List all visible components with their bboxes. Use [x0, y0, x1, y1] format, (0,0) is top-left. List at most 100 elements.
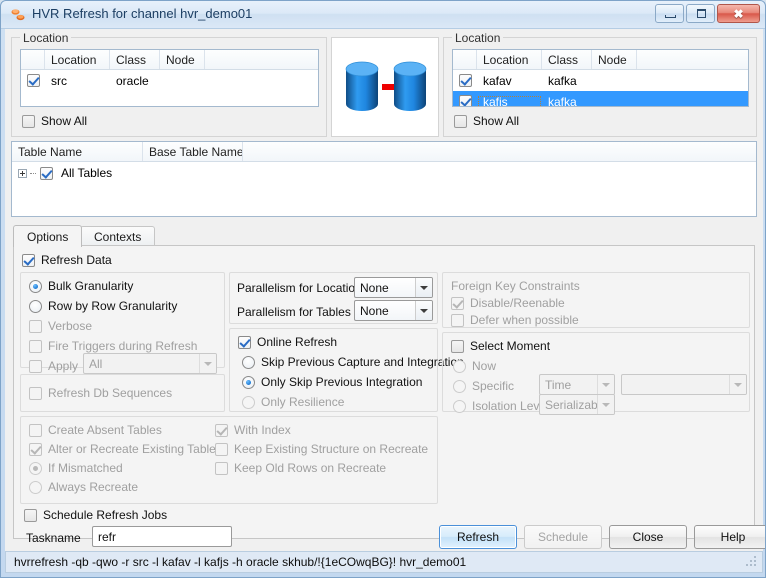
table-row[interactable]: src oracle	[21, 70, 318, 91]
keep-old-rows-option: Keep Old Rows on Recreate	[215, 461, 386, 475]
only-skip-previous-option[interactable]: Only Skip Previous Integration	[242, 375, 422, 389]
moment-now-radio	[453, 359, 466, 373]
source-col-location[interactable]: Location	[45, 50, 110, 69]
target-row1-checkbox[interactable]	[459, 95, 472, 106]
refresh-data-option[interactable]: Refresh Data	[22, 253, 112, 267]
skip-previous-capture-option[interactable]: Skip Previous Capture and Integration	[242, 355, 464, 369]
source-location-list[interactable]: Location Class Node src oracle	[20, 49, 319, 107]
skip-previous-capture-radio[interactable]	[242, 355, 255, 369]
close-button[interactable]: ✖	[717, 4, 760, 23]
target-database-cylinder	[393, 61, 427, 111]
source-row-location: src	[51, 73, 67, 88]
target-col-filler	[637, 50, 748, 69]
refresh-button[interactable]: Refresh	[439, 525, 517, 549]
row-by-row-granularity-option[interactable]: Row by Row Granularity	[29, 299, 177, 313]
parallelism-locations-combobox[interactable]: None	[354, 277, 433, 298]
bulk-granularity-label: Bulk Granularity	[48, 279, 134, 293]
table-row[interactable]: kafjs kafka	[453, 91, 748, 106]
tab-contexts[interactable]: Contexts	[80, 226, 156, 247]
online-refresh-checkbox[interactable]	[238, 335, 251, 349]
tab-options[interactable]: Options	[13, 225, 83, 247]
source-show-all-option[interactable]: Show All	[22, 114, 87, 128]
source-location-legend: Location	[20, 31, 72, 45]
chevron-down-icon	[597, 395, 614, 414]
tables-col-table-name[interactable]: Table Name	[12, 142, 143, 161]
parallelism-tables-combobox[interactable]: None	[354, 300, 433, 321]
maximize-icon	[697, 9, 706, 18]
isolation-level-radio	[453, 399, 466, 413]
if-mismatched-label: If Mismatched	[48, 461, 123, 475]
parallelism-locations-label: Parallelism for Locations	[237, 281, 368, 295]
apply-option: Apply	[29, 359, 78, 373]
refresh-db-sequences-checkbox	[29, 386, 42, 400]
defer-when-possible-label: Defer when possible	[470, 313, 579, 327]
moment-type-value: Time	[545, 377, 572, 392]
alter-or-recreate-label: Alter or Recreate Existing Tables	[48, 442, 222, 456]
schedule-refresh-jobs-option[interactable]: Schedule Refresh Jobs	[24, 508, 167, 522]
bulk-granularity-option[interactable]: Bulk Granularity	[29, 279, 133, 293]
target-col-location[interactable]: Location	[477, 50, 542, 69]
help-button[interactable]: Help	[694, 525, 765, 549]
refresh-db-sequences-label: Refresh Db Sequences	[48, 386, 173, 400]
table-row[interactable]: kafav kafka	[453, 70, 748, 91]
tables-list-header: Table Name Base Table Name	[12, 142, 756, 162]
source-row-checkbox[interactable]	[27, 74, 40, 87]
alter-or-recreate-checkbox	[29, 442, 42, 456]
chevron-down-icon	[729, 375, 746, 394]
granularity-group: Bulk Granularity Row by Row Granularity …	[20, 272, 225, 374]
fire-triggers-option: Fire Triggers during Refresh	[29, 339, 197, 353]
close-icon: ✖	[733, 6, 744, 21]
if-mismatched-radio	[29, 461, 42, 475]
resize-grip-icon[interactable]	[745, 555, 759, 569]
source-row-checkbox-cell[interactable]	[21, 74, 45, 87]
chevron-down-icon[interactable]	[415, 278, 432, 297]
moment-now-label: Now	[472, 359, 497, 373]
tables-col-base-table-name[interactable]: Base Table Name	[143, 142, 243, 161]
all-tables-checkbox[interactable]	[40, 166, 53, 180]
isolation-level-value: Serializable	[545, 397, 597, 412]
target-col-check[interactable]	[453, 50, 477, 69]
source-col-node[interactable]: Node	[160, 50, 205, 69]
target-row1-checkbox-cell[interactable]	[453, 95, 477, 106]
chevron-down-icon[interactable]	[415, 301, 432, 320]
list-item[interactable]: All Tables	[12, 162, 756, 184]
tree-connector	[30, 172, 36, 174]
target-row0-checkbox-cell[interactable]	[453, 74, 477, 87]
select-moment-checkbox[interactable]	[451, 339, 464, 353]
foreign-key-constraints-group: Foreign Key Constraints Disable/Reenable…	[442, 272, 750, 328]
expand-node-icon[interactable]	[18, 168, 27, 178]
source-location-header: Location Class Node	[21, 50, 318, 70]
source-col-check[interactable]	[21, 50, 45, 69]
target-row0-checkbox[interactable]	[459, 74, 472, 87]
schedule-refresh-jobs-checkbox[interactable]	[24, 508, 37, 522]
target-show-all-checkbox[interactable]	[454, 114, 467, 128]
maximize-button[interactable]	[686, 4, 715, 23]
select-moment-option[interactable]: Select Moment	[451, 339, 550, 353]
source-show-all-checkbox[interactable]	[22, 114, 35, 128]
refresh-graphic-panel	[331, 37, 439, 137]
target-row0-location: kafav	[483, 73, 512, 88]
taskname-input[interactable]: refr	[92, 526, 232, 547]
tables-list[interactable]: Table Name Base Table Name All Tables	[11, 141, 757, 217]
target-col-node[interactable]: Node	[592, 50, 637, 69]
parallelism-locations-value: None	[360, 280, 389, 295]
with-index-checkbox	[215, 423, 228, 437]
target-col-class[interactable]: Class	[542, 50, 592, 69]
disable-reenable-checkbox	[451, 296, 464, 310]
bulk-granularity-radio[interactable]	[29, 279, 42, 293]
tab-contexts-label: Contexts	[94, 230, 142, 244]
target-show-all-option[interactable]: Show All	[454, 114, 519, 128]
source-database-cylinder	[345, 61, 379, 111]
verbose-option: Verbose	[29, 319, 92, 333]
always-recreate-option: Always Recreate	[29, 480, 138, 494]
verbose-checkbox	[29, 319, 42, 333]
online-refresh-option[interactable]: Online Refresh	[238, 335, 337, 349]
close-dialog-button[interactable]: Close	[609, 525, 687, 549]
only-skip-previous-radio[interactable]	[242, 375, 255, 389]
minimize-button[interactable]	[655, 4, 684, 23]
refresh-data-checkbox[interactable]	[22, 253, 35, 267]
target-location-list[interactable]: Location Class Node kafav kafka kafjs ka…	[452, 49, 749, 107]
source-col-class[interactable]: Class	[110, 50, 160, 69]
create-absent-tables-option: Create Absent Tables	[29, 423, 162, 437]
row-by-row-granularity-radio[interactable]	[29, 299, 42, 313]
